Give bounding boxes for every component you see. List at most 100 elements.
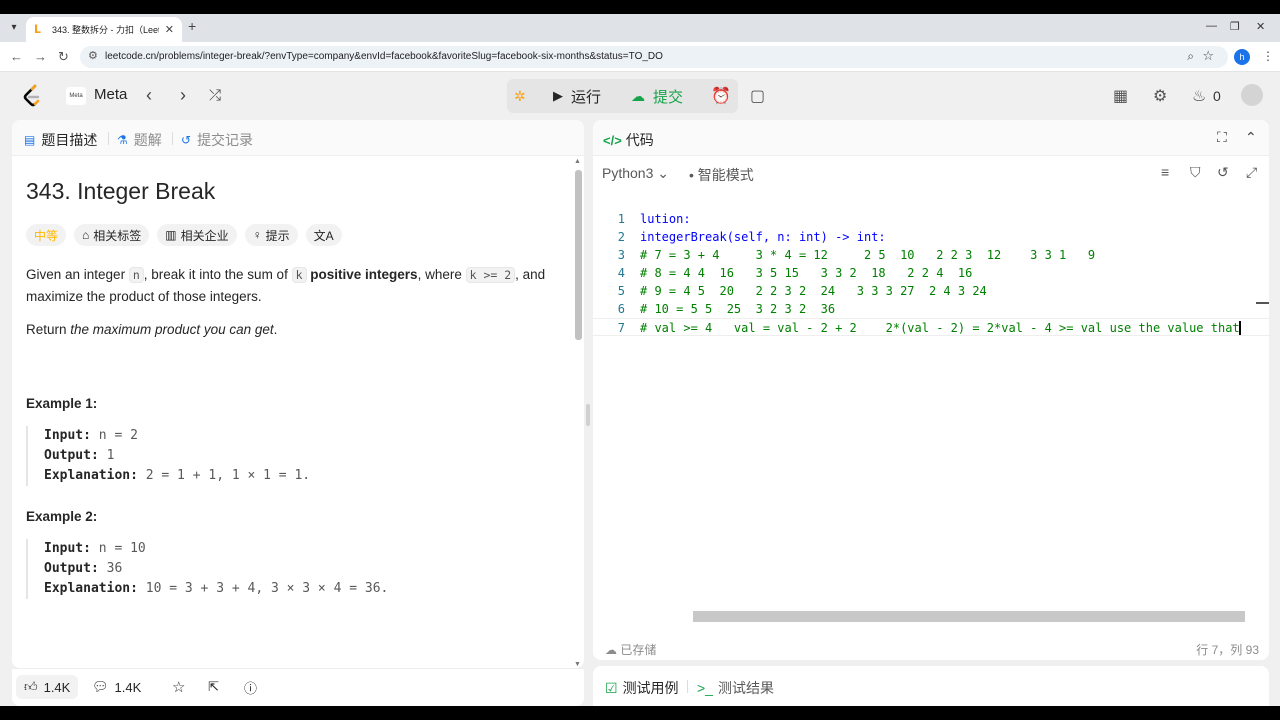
scroll-up-icon[interactable]: ▲ xyxy=(574,158,581,165)
settings-gear-icon[interactable]: ⚙ xyxy=(1153,86,1167,106)
url-box[interactable]: ⚙ leetcode.cn/problems/integer-break/?en… xyxy=(80,46,1228,68)
test-cases-label: 测试用例 xyxy=(622,680,679,696)
code-line: 6 # 10 = 5 5 25 3 2 3 2 36 xyxy=(593,300,1269,318)
building-icon: ▥ xyxy=(165,228,177,242)
lightbulb-icon: ♀ xyxy=(252,228,262,242)
meta-logo-icon: Meta xyxy=(66,87,86,105)
tab-title: 343. 整数拆分 - 力扣（LeetCo xyxy=(52,25,159,35)
cloud-icon: ☁ xyxy=(605,643,617,657)
leetcode-logo-icon[interactable] xyxy=(22,84,42,108)
collapse-icon[interactable]: ⌃ xyxy=(1245,129,1257,146)
return-italic: the maximum product you can get xyxy=(70,322,274,337)
forward-icon[interactable]: → xyxy=(34,49,47,64)
play-icon: ▶ xyxy=(553,88,563,103)
tab-description[interactable]: ▤ 题目描述 xyxy=(24,130,97,150)
editor-horizontal-scrollbar[interactable] xyxy=(693,611,1245,622)
companies-label: 相关企业 xyxy=(180,228,229,243)
example-block: Input: n = 10 Output: 36 Explanation: 10… xyxy=(26,539,546,599)
explanation-label: Explanation: xyxy=(44,468,138,483)
layout-grid-icon[interactable]: ▦ xyxy=(1113,86,1128,106)
comments-button[interactable]: 💬︎ 1.4K xyxy=(84,675,149,699)
language-select[interactable]: Python3 ⌄ xyxy=(602,165,669,182)
minimize-icon[interactable]: — xyxy=(1206,20,1217,32)
output-label: Output: xyxy=(44,561,99,576)
output-label: Output: xyxy=(44,448,99,463)
code-line: 3 # 7 = 3 + 4 3 * 4 = 12 2 5 10 2 2 3 12 … xyxy=(593,246,1269,264)
company-name[interactable]: Meta xyxy=(94,86,127,103)
like-button[interactable]: 👍︎ 1.4K xyxy=(16,675,79,699)
problem-title[interactable]: 343. Integer Break xyxy=(26,178,215,205)
code-panel-header: </> 代码 ⛶ ⌃ xyxy=(593,120,1269,156)
example-header: Example 2: xyxy=(26,509,98,524)
site-info-icon[interactable]: ⚙ xyxy=(88,49,98,62)
line-number: 1 xyxy=(617,212,625,226)
fullscreen-icon[interactable]: ⤢ xyxy=(1246,164,1257,181)
help-icon[interactable]: ⓘ xyxy=(236,675,265,699)
app-frame: ▾ ᒪ 343. 整数拆分 - 力扣（LeetCo ✕ + — ❐ ✕ ← → … xyxy=(0,14,1280,706)
vertical-splitter[interactable] xyxy=(586,404,590,426)
maximize-icon[interactable]: ⛶ xyxy=(1217,129,1227,146)
format-lines-icon[interactable]: ≡ xyxy=(1161,164,1169,180)
translate-icon: 文A xyxy=(313,228,334,243)
flask-icon: ⚗ xyxy=(117,133,128,147)
tab-search-icon[interactable]: ▾ xyxy=(4,18,24,38)
desc-text: , where xyxy=(417,267,466,282)
problem-tags: 中等 ⌂ 相关标签 ▥ 相关企业 ♀ 提示 文A xyxy=(26,224,342,246)
notes-icon[interactable]: ▢ xyxy=(750,86,765,106)
document-icon: ▤ xyxy=(24,133,36,147)
scroll-down-icon[interactable]: ▼ xyxy=(574,661,581,668)
reset-icon[interactable]: ↺ xyxy=(1217,164,1229,181)
code-line: 1 lution: xyxy=(593,210,1269,228)
close-window-icon[interactable]: ✕ xyxy=(1256,20,1265,33)
cloud-upload-icon: ☁ xyxy=(631,87,645,104)
bookmark-star-icon[interactable]: ☆ xyxy=(1202,48,1214,64)
tab-solutions[interactable]: ⚗ 题解 xyxy=(117,130,162,150)
close-tab-icon[interactable]: ✕ xyxy=(165,23,174,36)
share-icon[interactable]: ⇱ xyxy=(200,675,227,699)
debug-bug-icon[interactable]: ✲ xyxy=(514,85,526,107)
bookmark-icon[interactable]: ⛉ xyxy=(1190,164,1201,181)
fire-icon[interactable]: ♨ xyxy=(1192,86,1206,106)
browser-tab[interactable]: ᒪ 343. 整数拆分 - 力扣（LeetCo ✕ xyxy=(26,17,182,42)
shuffle-icon[interactable]: ⤮ xyxy=(209,87,221,104)
next-problem-icon[interactable]: › xyxy=(180,85,186,106)
code-panel: </> 代码 ⛶ ⌃ Python3 ⌄ • 智能模式 ≡ ⛉ ↺ ⤢ 1 lut… xyxy=(593,120,1269,660)
back-icon[interactable]: ← xyxy=(10,49,23,64)
zoom-icon[interactable]: ⌕ xyxy=(1187,49,1194,64)
comment-icon: 💬︎ xyxy=(92,679,109,694)
fire-count: 0 xyxy=(1213,88,1221,104)
problem-scrollbar[interactable]: ▲ ▼ xyxy=(574,158,582,668)
tab-test-cases[interactable]: ☑ 测试用例 xyxy=(605,678,679,698)
favorite-star-icon[interactable]: ☆ xyxy=(164,675,193,699)
input-label: Input: xyxy=(44,428,91,443)
reload-icon[interactable]: ↻ xyxy=(58,49,69,65)
editor-overflow-marker xyxy=(1256,302,1269,304)
user-avatar[interactable] xyxy=(1241,84,1263,106)
prev-problem-icon[interactable]: ‹ xyxy=(146,85,152,106)
tab-submissions[interactable]: ↺ 提交记录 xyxy=(181,130,253,150)
input-value: n = 10 xyxy=(90,541,146,556)
code-brackets-icon: </> xyxy=(603,132,622,148)
like-count: 1.4K xyxy=(43,679,71,695)
problem-description: Given an integer n, break it into the su… xyxy=(26,264,556,307)
browser-menu-icon[interactable]: ⋮ xyxy=(1262,49,1274,63)
saved-status: ☁ 已存储 xyxy=(605,641,656,658)
restore-icon[interactable]: ❐ xyxy=(1230,20,1240,33)
tab-test-results[interactable]: >_ 测试结果 xyxy=(697,678,774,698)
new-tab-icon[interactable]: + xyxy=(188,18,196,34)
smart-mode-toggle[interactable]: • 智能模式 xyxy=(689,165,754,185)
problem-panel: ▤ 题目描述 ⚗ 题解 ↺ 提交记录 343. Integer Break 中等… xyxy=(12,120,584,668)
return-statement: Return the maximum product you can get. xyxy=(26,322,277,337)
related-topics-tag[interactable]: ⌂ 相关标签 xyxy=(74,224,150,246)
translate-tag[interactable]: 文A xyxy=(305,224,342,246)
scrollbar-thumb[interactable] xyxy=(575,170,582,340)
profile-avatar[interactable]: h xyxy=(1234,49,1250,65)
hint-tag[interactable]: ♀ 提示 xyxy=(244,224,298,246)
url-text: leetcode.cn/problems/integer-break/?envT… xyxy=(105,51,663,62)
code-editor[interactable]: 1 lution: 2 integerBreak(self, n: int) -> … xyxy=(593,198,1269,338)
submit-button[interactable]: ☁ 提交 xyxy=(631,85,683,107)
checkbox-icon: ☑ xyxy=(605,679,618,696)
alarm-clock-icon[interactable]: ⏰ xyxy=(711,86,731,106)
companies-tag[interactable]: ▥ 相关企业 xyxy=(157,224,237,246)
run-button[interactable]: ▶ 运行 xyxy=(553,85,601,107)
